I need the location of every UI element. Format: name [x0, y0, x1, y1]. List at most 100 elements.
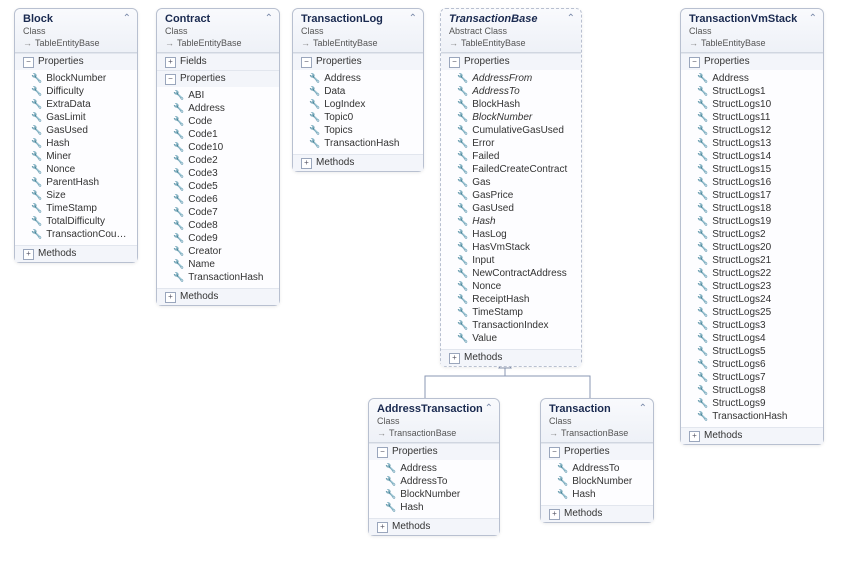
property-item[interactable]: 🔧Topic0: [309, 111, 419, 124]
property-item[interactable]: 🔧Address: [385, 462, 495, 475]
property-item[interactable]: 🔧Difficulty: [31, 85, 133, 98]
property-item[interactable]: 🔧Code7: [173, 206, 275, 219]
property-item[interactable]: 🔧GasUsed: [31, 124, 133, 137]
property-item[interactable]: 🔧TransactionHash: [309, 137, 419, 150]
property-item[interactable]: 🔧Topics: [309, 124, 419, 137]
property-item[interactable]: 🔧BlockNumber: [557, 475, 649, 488]
class-transactionlog[interactable]: TransactionLog Class →TableEntityBase ⌃ …: [292, 8, 424, 172]
property-item[interactable]: 🔧Hash: [457, 215, 577, 228]
class-transaction[interactable]: Transaction Class →TransactionBase ⌃ −Pr…: [540, 398, 654, 523]
property-item[interactable]: 🔧TotalDifficulty: [31, 215, 133, 228]
property-item[interactable]: 🔧TransactionCou…: [31, 228, 133, 241]
property-item[interactable]: 🔧StructLogs25: [697, 306, 819, 319]
property-item[interactable]: 🔧StructLogs5: [697, 345, 819, 358]
property-item[interactable]: 🔧BlockNumber: [31, 72, 133, 85]
property-item[interactable]: 🔧StructLogs18: [697, 202, 819, 215]
section-properties[interactable]: −Properties: [293, 53, 423, 70]
collapse-icon[interactable]: ⌃: [485, 403, 493, 414]
property-item[interactable]: 🔧CumulativeGasUsed: [457, 124, 577, 137]
property-item[interactable]: 🔧Hash: [557, 488, 649, 501]
collapse-icon[interactable]: ⌃: [639, 403, 647, 414]
property-item[interactable]: 🔧NewContractAddress: [457, 267, 577, 280]
class-transactionvmstack[interactable]: TransactionVmStack Class →TableEntityBas…: [680, 8, 824, 445]
property-item[interactable]: 🔧StructLogs13: [697, 137, 819, 150]
property-item[interactable]: 🔧AddressFrom: [457, 72, 577, 85]
property-item[interactable]: 🔧StructLogs17: [697, 189, 819, 202]
property-item[interactable]: 🔧TimeStamp: [457, 306, 577, 319]
collapse-icon[interactable]: ⌃: [123, 13, 131, 24]
class-transactionbase[interactable]: TransactionBase Abstract Class →TableEnt…: [440, 8, 582, 367]
property-item[interactable]: 🔧StructLogs9: [697, 397, 819, 410]
property-item[interactable]: 🔧Hash: [385, 501, 495, 514]
property-item[interactable]: 🔧Nonce: [31, 163, 133, 176]
section-methods[interactable]: +Methods: [541, 505, 653, 522]
property-item[interactable]: 🔧Code10: [173, 141, 275, 154]
property-item[interactable]: 🔧StructLogs12: [697, 124, 819, 137]
property-item[interactable]: 🔧StructLogs16: [697, 176, 819, 189]
property-item[interactable]: 🔧Miner: [31, 150, 133, 163]
property-item[interactable]: 🔧Address: [309, 72, 419, 85]
property-item[interactable]: 🔧Size: [31, 189, 133, 202]
property-item[interactable]: 🔧StructLogs23: [697, 280, 819, 293]
property-item[interactable]: 🔧FailedCreateContract: [457, 163, 577, 176]
property-item[interactable]: 🔧ExtraData: [31, 98, 133, 111]
collapse-icon[interactable]: ⌃: [567, 13, 575, 24]
property-item[interactable]: 🔧BlockNumber: [385, 488, 495, 501]
property-item[interactable]: 🔧BlockNumber: [457, 111, 577, 124]
section-properties[interactable]: −Properties: [369, 443, 499, 460]
section-methods[interactable]: +Methods: [293, 154, 423, 171]
property-item[interactable]: 🔧Gas: [457, 176, 577, 189]
property-item[interactable]: 🔧Error: [457, 137, 577, 150]
section-methods[interactable]: +Methods: [441, 349, 581, 366]
property-item[interactable]: 🔧Address: [173, 102, 275, 115]
section-properties[interactable]: −Properties: [15, 53, 137, 70]
property-item[interactable]: 🔧Nonce: [457, 280, 577, 293]
section-fields[interactable]: +Fields: [157, 53, 279, 70]
section-methods[interactable]: +Methods: [369, 518, 499, 535]
property-item[interactable]: 🔧Code6: [173, 193, 275, 206]
section-properties[interactable]: −Properties: [541, 443, 653, 460]
property-item[interactable]: 🔧TransactionIndex: [457, 319, 577, 332]
property-item[interactable]: 🔧Data: [309, 85, 419, 98]
property-item[interactable]: 🔧StructLogs1: [697, 85, 819, 98]
property-item[interactable]: 🔧StructLogs3: [697, 319, 819, 332]
property-item[interactable]: 🔧ParentHash: [31, 176, 133, 189]
property-item[interactable]: 🔧Value: [457, 332, 577, 345]
property-item[interactable]: 🔧Input: [457, 254, 577, 267]
property-item[interactable]: 🔧Failed: [457, 150, 577, 163]
property-item[interactable]: 🔧GasLimit: [31, 111, 133, 124]
property-item[interactable]: 🔧BlockHash: [457, 98, 577, 111]
property-item[interactable]: 🔧AddressTo: [557, 462, 649, 475]
property-item[interactable]: 🔧StructLogs8: [697, 384, 819, 397]
class-contract[interactable]: Contract Class →TableEntityBase ⌃ +Field…: [156, 8, 280, 306]
property-item[interactable]: 🔧AddressTo: [385, 475, 495, 488]
property-item[interactable]: 🔧Creator: [173, 245, 275, 258]
property-item[interactable]: 🔧Hash: [31, 137, 133, 150]
property-item[interactable]: 🔧TimeStamp: [31, 202, 133, 215]
property-item[interactable]: 🔧StructLogs20: [697, 241, 819, 254]
property-item[interactable]: 🔧StructLogs11: [697, 111, 819, 124]
property-item[interactable]: 🔧Code5: [173, 180, 275, 193]
property-item[interactable]: 🔧Address: [697, 72, 819, 85]
section-methods[interactable]: +Methods: [157, 288, 279, 305]
property-item[interactable]: 🔧AddressTo: [457, 85, 577, 98]
property-item[interactable]: 🔧StructLogs24: [697, 293, 819, 306]
property-item[interactable]: 🔧GasPrice: [457, 189, 577, 202]
class-block[interactable]: Block Class →TableEntityBase ⌃ −Properti…: [14, 8, 138, 263]
property-item[interactable]: 🔧StructLogs14: [697, 150, 819, 163]
collapse-icon[interactable]: ⌃: [809, 13, 817, 24]
property-item[interactable]: 🔧LogIndex: [309, 98, 419, 111]
property-item[interactable]: 🔧StructLogs15: [697, 163, 819, 176]
property-item[interactable]: 🔧StructLogs6: [697, 358, 819, 371]
property-item[interactable]: 🔧Code8: [173, 219, 275, 232]
property-item[interactable]: 🔧HasLog: [457, 228, 577, 241]
property-item[interactable]: 🔧StructLogs7: [697, 371, 819, 384]
property-item[interactable]: 🔧Code1: [173, 128, 275, 141]
property-item[interactable]: 🔧StructLogs10: [697, 98, 819, 111]
property-item[interactable]: 🔧Code3: [173, 167, 275, 180]
property-item[interactable]: 🔧Code: [173, 115, 275, 128]
property-item[interactable]: 🔧StructLogs4: [697, 332, 819, 345]
section-properties[interactable]: −Properties: [441, 53, 581, 70]
class-addresstransaction[interactable]: AddressTransaction Class →TransactionBas…: [368, 398, 500, 536]
property-item[interactable]: 🔧ReceiptHash: [457, 293, 577, 306]
